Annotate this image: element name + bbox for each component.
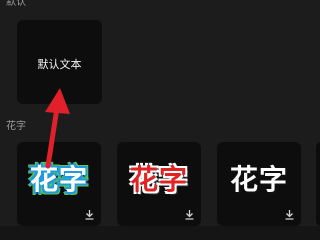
fancy-text-tile-3[interactable]: 花字: [217, 142, 301, 226]
section-label-default: 默认: [6, 0, 26, 8]
download-icon[interactable]: [85, 210, 94, 220]
section-label-fancy-text: 花字: [6, 121, 26, 132]
download-icon[interactable]: [285, 210, 294, 220]
fancy-text-tile-4-partial[interactable]: [316, 142, 320, 226]
default-text-label: 默认文本: [37, 58, 82, 71]
bottom-bar: [0, 226, 320, 240]
download-icon[interactable]: [185, 210, 194, 220]
preset-tile-default-text[interactable]: 默认文本: [17, 20, 102, 104]
fancy-text-preview: 花字: [229, 163, 288, 196]
fancy-text-preview: 花字: [129, 163, 188, 196]
fancy-text-tile-2[interactable]: 花字: [117, 142, 201, 226]
fancy-text-preview: 花字: [29, 163, 88, 196]
fancy-text-tile-1[interactable]: 花字: [17, 142, 101, 226]
